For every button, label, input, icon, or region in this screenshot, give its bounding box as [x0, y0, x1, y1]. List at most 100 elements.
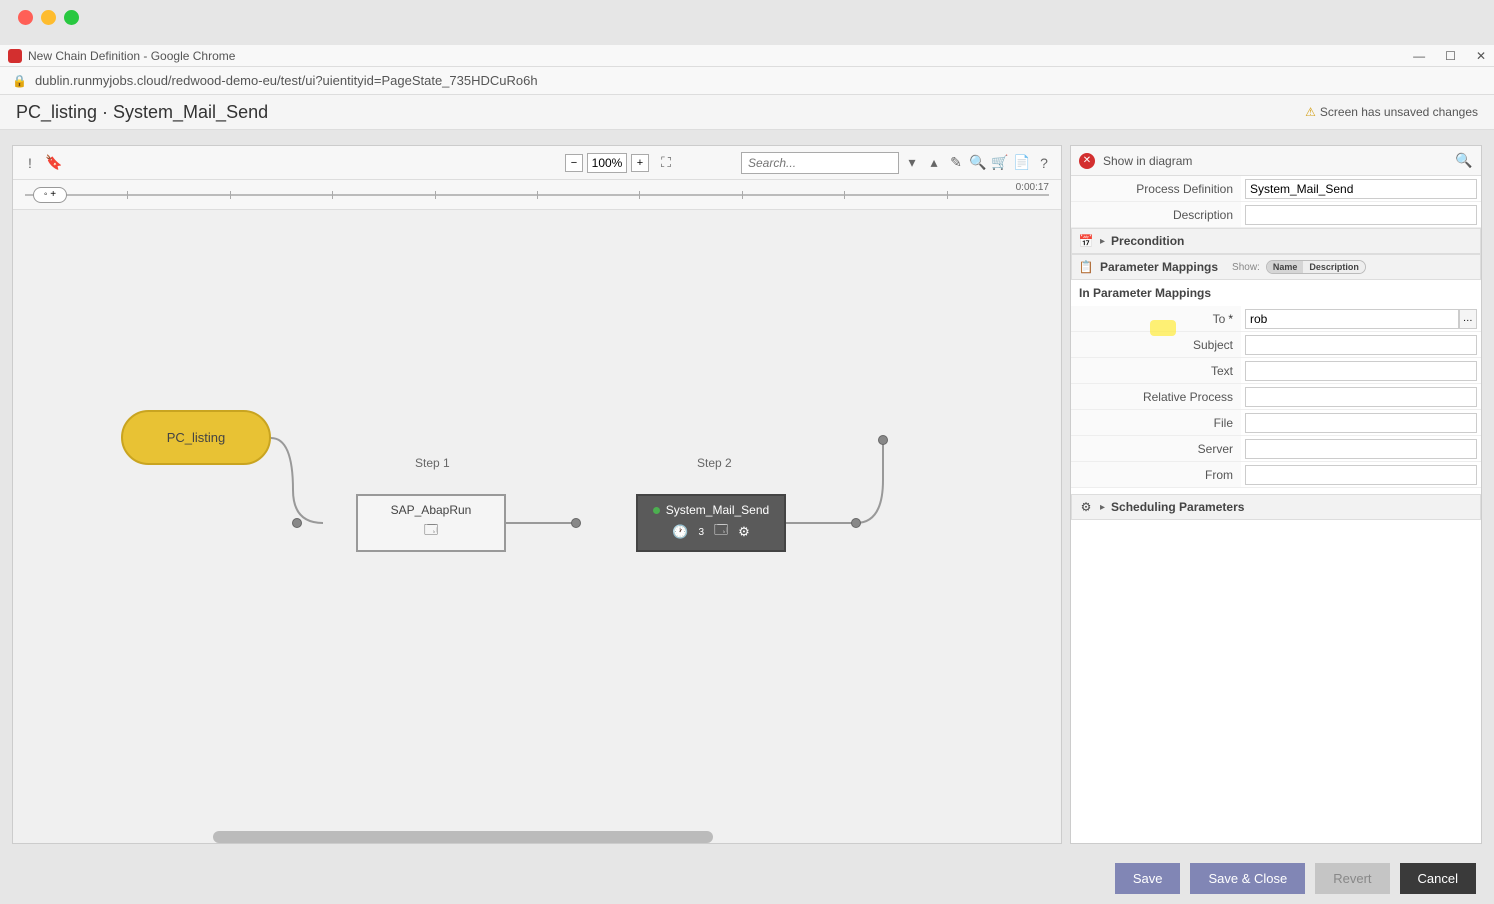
sched-params-label: Scheduling Parameters: [1111, 500, 1244, 514]
description-input[interactable]: [1245, 205, 1477, 225]
description-row: Description: [1071, 202, 1481, 228]
timeline-track[interactable]: ◦ +: [25, 194, 1049, 196]
zoom-controls: − + ⛶: [565, 153, 675, 173]
window-maximize-icon[interactable]: ☐: [1445, 49, 1456, 63]
tag-icon[interactable]: 🔖: [45, 154, 63, 172]
magnifier-icon[interactable]: 🔍: [969, 154, 987, 172]
chrome-title-text: New Chain Definition - Google Chrome: [28, 49, 235, 63]
node2-badge: 3: [698, 527, 704, 538]
relproc-input[interactable]: [1245, 387, 1477, 407]
calendar-icon: 📅: [1078, 233, 1094, 249]
url-text[interactable]: dublin.runmyjobs.cloud/redwood-demo-eu/t…: [35, 73, 538, 88]
to-input[interactable]: [1245, 309, 1459, 329]
cart-icon[interactable]: 🛒: [991, 154, 1009, 172]
start-node[interactable]: PC_listing: [121, 410, 271, 465]
subject-input[interactable]: [1245, 335, 1477, 355]
unsaved-warning: ⚠ Screen has unsaved changes: [1305, 105, 1478, 119]
file-label: File: [1071, 410, 1241, 435]
connector-dot[interactable]: [571, 518, 581, 528]
window-close-icon[interactable]: ✕: [1476, 49, 1486, 63]
timeline[interactable]: ◦ + 0:00:17: [13, 180, 1061, 210]
server-label: Server: [1071, 436, 1241, 461]
main-content: ! 🔖 − + ⛶ ▾ ▴ ✎ 🔍 🛒 📄 ?: [12, 145, 1482, 844]
zoom-in-button[interactable]: +: [631, 154, 649, 172]
process-def-input[interactable]: [1245, 179, 1477, 199]
description-label: Description: [1071, 202, 1241, 227]
to-row: To* …: [1071, 306, 1481, 332]
diagram-connections: [13, 210, 1061, 843]
pencil-icon[interactable]: ✎: [947, 154, 965, 172]
clock-icon: 🕐: [672, 524, 688, 540]
window-controls: — ☐ ✕: [1413, 49, 1486, 63]
mac-close-button[interactable]: [18, 10, 33, 25]
help-icon[interactable]: ?: [1035, 154, 1053, 172]
close-panel-button[interactable]: ✕: [1079, 153, 1095, 169]
process-node-system-mail-send[interactable]: System_Mail_Send 🕐3 🗔 ⚙: [636, 494, 786, 552]
precondition-label: Precondition: [1111, 234, 1184, 248]
relproc-label: Relative Process: [1071, 384, 1241, 409]
from-label: From: [1071, 462, 1241, 487]
param-mappings-section[interactable]: 📋 Parameter Mappings Show: Name Descript…: [1071, 254, 1481, 280]
mac-minimize-button[interactable]: [41, 10, 56, 25]
to-browse-button[interactable]: …: [1459, 309, 1478, 329]
step1-label: Step 1: [415, 456, 450, 470]
subject-row: Subject: [1071, 332, 1481, 358]
step2-label: Step 2: [697, 456, 732, 470]
start-node-label: PC_listing: [167, 430, 226, 445]
process-node-sap-abaprun[interactable]: SAP_AbapRun 🗔: [356, 494, 506, 552]
connector-dot[interactable]: [851, 518, 861, 528]
file-input[interactable]: [1245, 413, 1477, 433]
show-toggle[interactable]: Name Description: [1266, 260, 1366, 274]
toggle-name[interactable]: Name: [1267, 261, 1304, 273]
chrome-title-bar: New Chain Definition - Google Chrome — ☐…: [0, 45, 1494, 67]
props-header-title[interactable]: Show in diagram: [1103, 154, 1192, 168]
sched-params-section[interactable]: ⚙ ▸ Scheduling Parameters: [1071, 494, 1481, 520]
save-button[interactable]: Save: [1115, 863, 1181, 894]
zoom-input[interactable]: [587, 153, 627, 173]
window-minimize-icon[interactable]: —: [1413, 49, 1425, 63]
params-icon: 📋: [1078, 259, 1094, 275]
process-def-label: Process Definition: [1071, 176, 1241, 201]
diagram-panel: ! 🔖 − + ⛶ ▾ ▴ ✎ 🔍 🛒 📄 ?: [12, 145, 1062, 844]
diagram-canvas[interactable]: PC_listing Step 1 Step 2 SAP_AbapRun 🗔 S…: [13, 210, 1061, 843]
revert-button[interactable]: Revert: [1315, 863, 1389, 894]
gear-icon: ⚙: [1078, 499, 1094, 515]
magnifier-icon[interactable]: 🔍: [1455, 152, 1473, 170]
connector-dot[interactable]: [878, 435, 888, 445]
props-header: ✕ Show in diagram 🔍: [1071, 146, 1481, 176]
process-definition-row: Process Definition: [1071, 176, 1481, 202]
chevron-down-icon[interactable]: ▾: [903, 154, 921, 172]
document-icon[interactable]: 📄: [1013, 154, 1031, 172]
mac-window-controls: [18, 10, 79, 25]
chevron-right-icon: ▸: [1100, 502, 1105, 513]
status-dot-icon: [653, 507, 660, 514]
action-bar: Save Save & Close Revert Cancel: [1115, 863, 1476, 894]
text-input[interactable]: [1245, 361, 1477, 381]
save-close-button[interactable]: Save & Close: [1190, 863, 1305, 894]
mac-maximize-button[interactable]: [64, 10, 79, 25]
cancel-button[interactable]: Cancel: [1400, 863, 1476, 894]
connector-dot[interactable]: [292, 518, 302, 528]
chevron-up-icon[interactable]: ▴: [925, 154, 943, 172]
cursor-highlight: [1150, 320, 1176, 336]
timeline-handle[interactable]: ◦ +: [33, 187, 67, 203]
properties-panel: ✕ Show in diagram 🔍 Process Definition D…: [1070, 145, 1482, 844]
horizontal-scrollbar[interactable]: [213, 831, 713, 843]
window-icon: 🗔: [424, 521, 438, 543]
search-group: ▾ ▴ ✎ 🔍 🛒 📄 ?: [741, 152, 1053, 174]
gear-icon: ⚙: [738, 524, 750, 540]
alert-icon[interactable]: !: [21, 154, 39, 172]
node2-label: System_Mail_Send: [666, 503, 769, 517]
lock-icon: 🔒: [12, 74, 27, 88]
zoom-out-button[interactable]: −: [565, 154, 583, 172]
fullscreen-icon[interactable]: ⛶: [657, 154, 675, 172]
toggle-desc[interactable]: Description: [1303, 261, 1365, 273]
precondition-section[interactable]: 📅 ▸ Precondition: [1071, 228, 1481, 254]
from-input[interactable]: [1245, 465, 1477, 485]
favicon-icon: [8, 49, 22, 63]
server-input[interactable]: [1245, 439, 1477, 459]
warning-icon: ⚠: [1305, 105, 1316, 119]
diagram-toolbar: ! 🔖 − + ⛶ ▾ ▴ ✎ 🔍 🛒 📄 ?: [13, 146, 1061, 180]
page-header: PC_listing · System_Mail_Send ⚠ Screen h…: [0, 95, 1494, 130]
search-input[interactable]: [741, 152, 899, 174]
